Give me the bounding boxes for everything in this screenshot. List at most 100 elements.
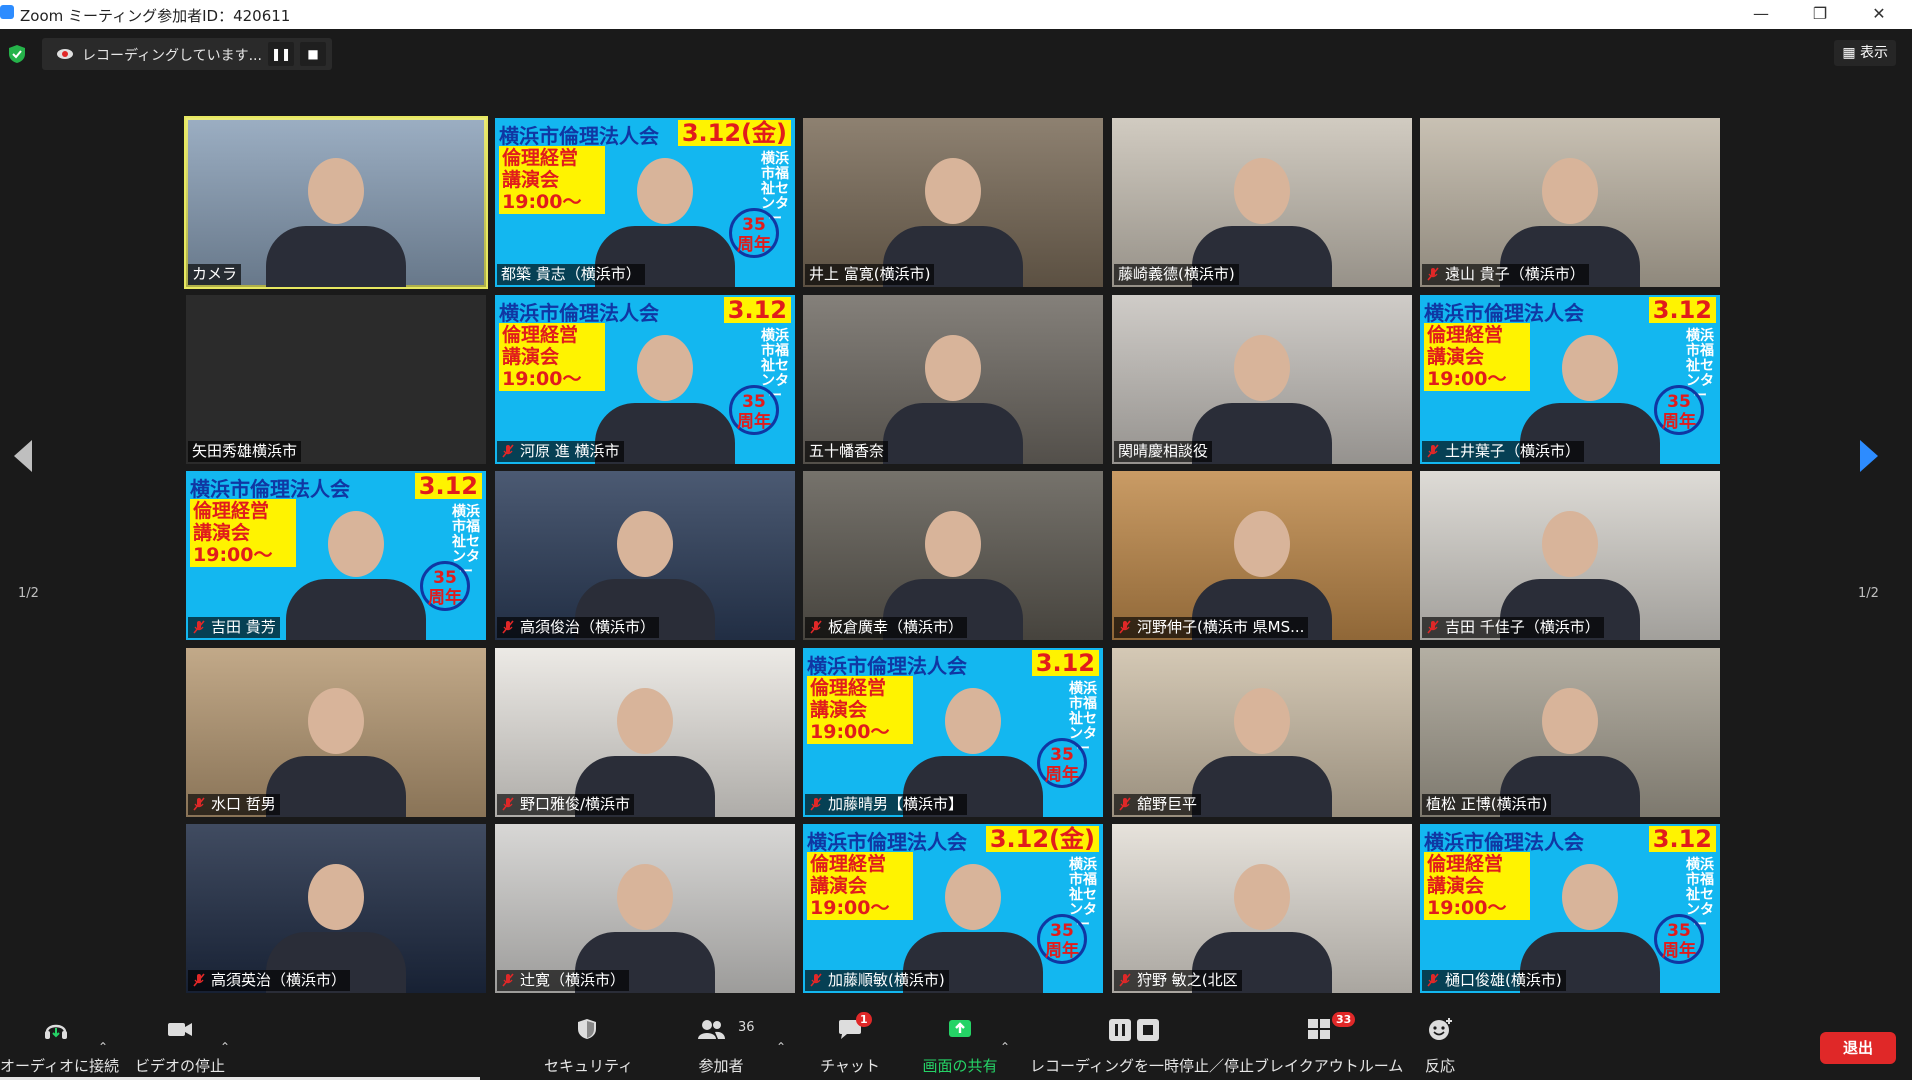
participant-video-tile[interactable]: 水口 哲男 — [186, 648, 486, 817]
video-options-caret-icon[interactable]: ⌃ — [220, 1040, 230, 1054]
view-button-label: 表示 — [1860, 45, 1888, 61]
participant-name-label: 狩野 敏之(北区 — [1114, 970, 1242, 991]
participant-video-tile[interactable]: 植松 正博(横浜市) — [1420, 648, 1720, 817]
participant-name-label: カメラ — [188, 264, 242, 285]
encryption-shield-icon[interactable] — [8, 44, 26, 64]
breakout-rooms-badge: 33 — [1332, 1012, 1356, 1027]
muted-mic-icon — [502, 797, 514, 811]
pause-recording-button[interactable]: ❚❚ — [268, 42, 294, 66]
participant-video-tile[interactable]: 横浜市倫理法人会 3.12 倫理経営 講演会 19:00〜 横浜市福祉センター 35 周… — [803, 648, 1103, 817]
headphones-icon — [45, 1024, 67, 1039]
stop-video-button[interactable]: ビデオの停止 — [130, 1006, 230, 1080]
participant-video-tile[interactable]: 横浜市倫理法人会 3.12(金) 倫理経営 講演会 19:00〜 横浜市福祉センター 3… — [495, 118, 795, 287]
stop-recording-button[interactable]: ■ — [300, 42, 326, 66]
participant-video-tile[interactable]: 井上 富寛(横浜市) — [803, 118, 1103, 287]
participant-video-tile[interactable]: 辻寛（横浜市） — [495, 824, 795, 993]
participant-figure — [1420, 295, 1720, 464]
participant-figure — [803, 648, 1103, 817]
participant-video-tile[interactable]: 横浜市倫理法人会 3.12(金) 倫理経営 講演会 19:00〜 横浜市福祉センター 3… — [803, 824, 1103, 993]
audio-options-caret-icon[interactable]: ⌃ — [98, 1040, 108, 1054]
reactions-button[interactable]: 反応 — [1408, 1006, 1472, 1080]
participant-name-label: 植松 正博(横浜市) — [1422, 794, 1552, 815]
participants-icon — [698, 1020, 725, 1039]
join-audio-button[interactable]: オーディオに接続 — [0, 1006, 119, 1080]
window-title: Zoom ミーティング参加者ID：420611 — [20, 7, 291, 25]
muted-mic-icon — [502, 444, 514, 458]
participant-figure — [1112, 118, 1412, 287]
participant-video-tile[interactable]: 五十幡香奈 — [803, 295, 1103, 464]
participant-name-label: 辻寛（横浜市） — [497, 970, 630, 991]
participant-video-tile[interactable]: 河野伸子(横浜市 県MS... — [1112, 471, 1412, 640]
reaction-smiley-icon — [1429, 1018, 1452, 1040]
participant-video-tile[interactable]: 狩野 敏之(北区 — [1112, 824, 1412, 993]
participant-name: 吉田 千佳子（横浜市） — [1445, 618, 1600, 636]
participant-video-tile[interactable]: 藤崎義德(横浜市) — [1112, 118, 1412, 287]
participant-name-label: 水口 哲男 — [188, 794, 280, 815]
participant-name: 加藤晴男【横浜市】 — [828, 795, 964, 813]
breakout-rooms-icon — [1308, 1019, 1330, 1039]
participant-video-tile[interactable]: 横浜市倫理法人会 3.12 倫理経営 講演会 19:00〜 横浜市福祉センター 35 周… — [1420, 295, 1720, 464]
participant-name-label: 矢田秀雄横浜市 — [188, 441, 302, 462]
participant-name: 関晴慶相談役 — [1118, 442, 1209, 460]
meeting-toolbar: オーディオに接続 ⌃ ビデオの停止 ⌃ セキュリティ 36 参加者 ⌃ 1 チャ… — [0, 1006, 1912, 1080]
participant-figure — [803, 824, 1103, 993]
participant-name-label: 加藤順敏(横浜市) — [805, 970, 949, 991]
participant-video-tile[interactable]: 板倉廣幸（横浜市） — [803, 471, 1103, 640]
leave-meeting-button[interactable]: 退出 — [1820, 1032, 1896, 1064]
muted-mic-icon — [502, 973, 514, 987]
close-button[interactable]: ✕ — [1856, 2, 1902, 26]
participant-figure — [1420, 118, 1720, 287]
participant-figure — [186, 648, 486, 817]
participant-video-tile[interactable]: 吉田 千佳子（横浜市） — [1420, 471, 1720, 640]
previous-page-arrow-icon[interactable] — [14, 440, 32, 472]
share-options-caret-icon[interactable]: ⌃ — [1000, 1040, 1010, 1054]
participant-name-label: 関晴慶相談役 — [1114, 441, 1213, 462]
muted-mic-icon — [810, 620, 822, 634]
participant-video-tile[interactable]: 矢田秀雄横浜市 — [186, 295, 486, 464]
chat-button[interactable]: 1 チャット — [810, 1006, 890, 1080]
participant-name: 水口 哲男 — [211, 795, 276, 813]
participant-video-tile[interactable]: 遠山 貴子（横浜市） — [1420, 118, 1720, 287]
muted-mic-icon — [193, 797, 205, 811]
participant-name: 都築 貴志（横浜市） — [501, 265, 641, 283]
participant-video-tile[interactable]: 高須俊治（横浜市） — [495, 471, 795, 640]
participant-figure — [495, 471, 795, 640]
participant-name: 藤崎義德(横浜市) — [1118, 265, 1235, 283]
participant-name-label: 舘野巨平 — [1114, 794, 1202, 815]
participant-video-tile[interactable]: 関晴慶相談役 — [1112, 295, 1412, 464]
participant-name: 土井葉子（横浜市） — [1445, 442, 1581, 460]
participant-figure — [186, 471, 486, 640]
participant-figure — [495, 824, 795, 993]
maximize-button[interactable]: ❐ — [1797, 2, 1843, 26]
muted-mic-icon — [1119, 797, 1131, 811]
participant-figure — [803, 471, 1103, 640]
participant-name: 遠山 貴子（横浜市） — [1445, 265, 1585, 283]
participant-name: 高須英治（横浜市） — [211, 971, 347, 989]
recording-indicator: レコーディングしています... ❚❚ ■ — [42, 38, 332, 70]
minimize-button[interactable]: — — [1738, 2, 1784, 26]
breakout-rooms-button[interactable]: 33 ブレイクアウトルーム — [1254, 1006, 1403, 1080]
participants-options-caret-icon[interactable]: ⌃ — [776, 1040, 786, 1054]
participant-name: 井上 富寛(横浜市) — [809, 265, 931, 283]
participant-figure — [803, 118, 1103, 287]
participants-button[interactable]: 36 参加者 — [676, 1006, 766, 1080]
grid-icon: ▦ — [1842, 45, 1856, 61]
participant-video-tile[interactable]: 野口雅俊/横浜市 — [495, 648, 795, 817]
participant-video-tile[interactable]: 横浜市倫理法人会 3.12 倫理経営 講演会 19:00〜 横浜市福祉センター 35 周… — [495, 295, 795, 464]
view-button[interactable]: ▦ 表示 — [1834, 40, 1896, 66]
pause-stop-recording-button[interactable]: レコーディングを一時停止／停止 — [1030, 1006, 1254, 1080]
participant-video-tile[interactable]: カメラ — [184, 116, 488, 289]
participant-name: 板倉廣幸（横浜市） — [828, 618, 964, 636]
muted-mic-icon — [1427, 444, 1439, 458]
muted-mic-icon — [1427, 973, 1439, 987]
participant-video-tile[interactable]: 横浜市倫理法人会 3.12 倫理経営 講演会 19:00〜 横浜市福祉センター 35 周… — [1420, 824, 1720, 993]
chat-label: チャット — [820, 1057, 880, 1075]
security-button[interactable]: セキュリティ — [544, 1006, 633, 1080]
participant-video-tile[interactable]: 舘野巨平 — [1112, 648, 1412, 817]
participant-figure — [1112, 648, 1412, 817]
participant-video-tile[interactable]: 高須英治（横浜市） — [186, 824, 486, 993]
participant-video-tile[interactable]: 横浜市倫理法人会 3.12 倫理経営 講演会 19:00〜 横浜市福祉センター 35 周… — [186, 471, 486, 640]
next-page-arrow-icon[interactable] — [1860, 440, 1878, 472]
share-screen-button[interactable]: 画面の共有 — [910, 1006, 1010, 1080]
pause-stop-icon — [1109, 1019, 1159, 1041]
